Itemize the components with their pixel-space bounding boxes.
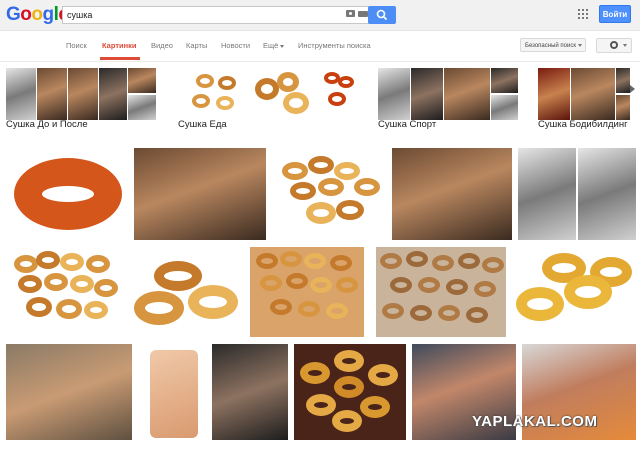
search-input[interactable]: сушка xyxy=(62,6,372,24)
image-result[interactable] xyxy=(6,247,124,337)
site-watermark: YAPLAKAL.COM xyxy=(472,413,598,430)
related-search-sport[interactable] xyxy=(378,68,518,120)
related-thumb xyxy=(6,68,36,120)
safesearch-dropdown[interactable]: Безопасный поиск xyxy=(520,38,586,52)
related-thumb xyxy=(491,68,518,93)
related-thumb xyxy=(571,68,615,120)
chevron-down-icon xyxy=(623,44,627,47)
image-result[interactable] xyxy=(212,344,288,440)
gear-icon xyxy=(610,41,618,49)
image-result[interactable] xyxy=(518,148,576,240)
related-label[interactable]: Сушка Еда xyxy=(178,119,227,130)
camera-icon[interactable] xyxy=(346,10,355,17)
search-button[interactable] xyxy=(368,6,396,24)
logo-letter: g xyxy=(42,4,55,25)
image-result[interactable] xyxy=(376,247,506,337)
tab-more-label: Ещё xyxy=(263,41,279,50)
tab-search[interactable]: Поиск xyxy=(66,41,87,50)
related-thumb xyxy=(378,68,410,120)
top-bar: Google сушка Войти xyxy=(0,0,640,31)
logo-letter: o xyxy=(31,4,43,25)
keyboard-icon[interactable] xyxy=(358,11,368,17)
related-thumb xyxy=(68,68,98,120)
tab-more[interactable]: Ещё xyxy=(263,41,285,50)
related-thumb xyxy=(253,68,319,120)
tab-maps[interactable]: Карты xyxy=(186,41,207,50)
scroll-right-arrow-icon[interactable] xyxy=(630,85,635,93)
related-search-before-after[interactable] xyxy=(6,68,156,120)
image-result[interactable] xyxy=(138,344,206,440)
related-thumb xyxy=(128,95,156,120)
logo-letter: G xyxy=(6,4,21,25)
chevron-down-icon xyxy=(280,44,285,48)
related-thumb xyxy=(538,68,570,120)
related-search-food[interactable] xyxy=(178,68,358,120)
active-tab-indicator xyxy=(100,57,140,60)
related-thumb xyxy=(37,68,67,120)
related-thumb xyxy=(128,68,156,93)
search-query-text: сушка xyxy=(67,10,93,20)
search-icon xyxy=(376,9,388,21)
search-tabs-bar: Поиск Картинки Видео Карты Новости Ещё И… xyxy=(0,31,640,62)
related-thumb xyxy=(322,68,358,120)
related-thumb xyxy=(411,68,443,120)
image-result[interactable] xyxy=(578,148,636,240)
related-thumb xyxy=(616,68,630,93)
logo-letter: o xyxy=(20,4,32,25)
related-label[interactable]: Сушка Спорт xyxy=(378,119,436,130)
tab-search-tools[interactable]: Инструменты поиска xyxy=(298,41,371,50)
apps-grid-icon[interactable] xyxy=(578,9,588,19)
image-result[interactable] xyxy=(294,344,406,440)
related-thumb xyxy=(444,68,490,120)
signin-button[interactable]: Войти xyxy=(599,5,631,23)
chevron-down-icon xyxy=(577,43,582,47)
related-search-bodybuilding[interactable] xyxy=(538,68,630,120)
image-result[interactable] xyxy=(6,148,128,240)
related-thumb xyxy=(99,68,127,120)
google-logo[interactable]: Google xyxy=(6,4,69,26)
image-result[interactable] xyxy=(134,148,266,240)
related-thumb xyxy=(491,95,518,120)
image-result[interactable] xyxy=(250,247,364,337)
tab-images[interactable]: Картинки xyxy=(102,41,137,50)
image-result[interactable] xyxy=(272,148,386,240)
image-result[interactable] xyxy=(512,247,636,337)
related-label[interactable]: Сушка Бодибилдинг xyxy=(538,119,628,130)
image-result[interactable] xyxy=(6,344,132,440)
safesearch-label: Безопасный поиск xyxy=(525,43,576,49)
settings-button[interactable] xyxy=(596,38,632,53)
related-label[interactable]: Сушка До и После xyxy=(6,119,88,130)
image-result[interactable] xyxy=(392,148,512,240)
tab-video[interactable]: Видео xyxy=(151,41,173,50)
image-result[interactable] xyxy=(130,247,244,337)
related-thumb xyxy=(616,95,630,120)
related-thumb xyxy=(178,68,250,120)
tab-news[interactable]: Новости xyxy=(221,41,250,50)
